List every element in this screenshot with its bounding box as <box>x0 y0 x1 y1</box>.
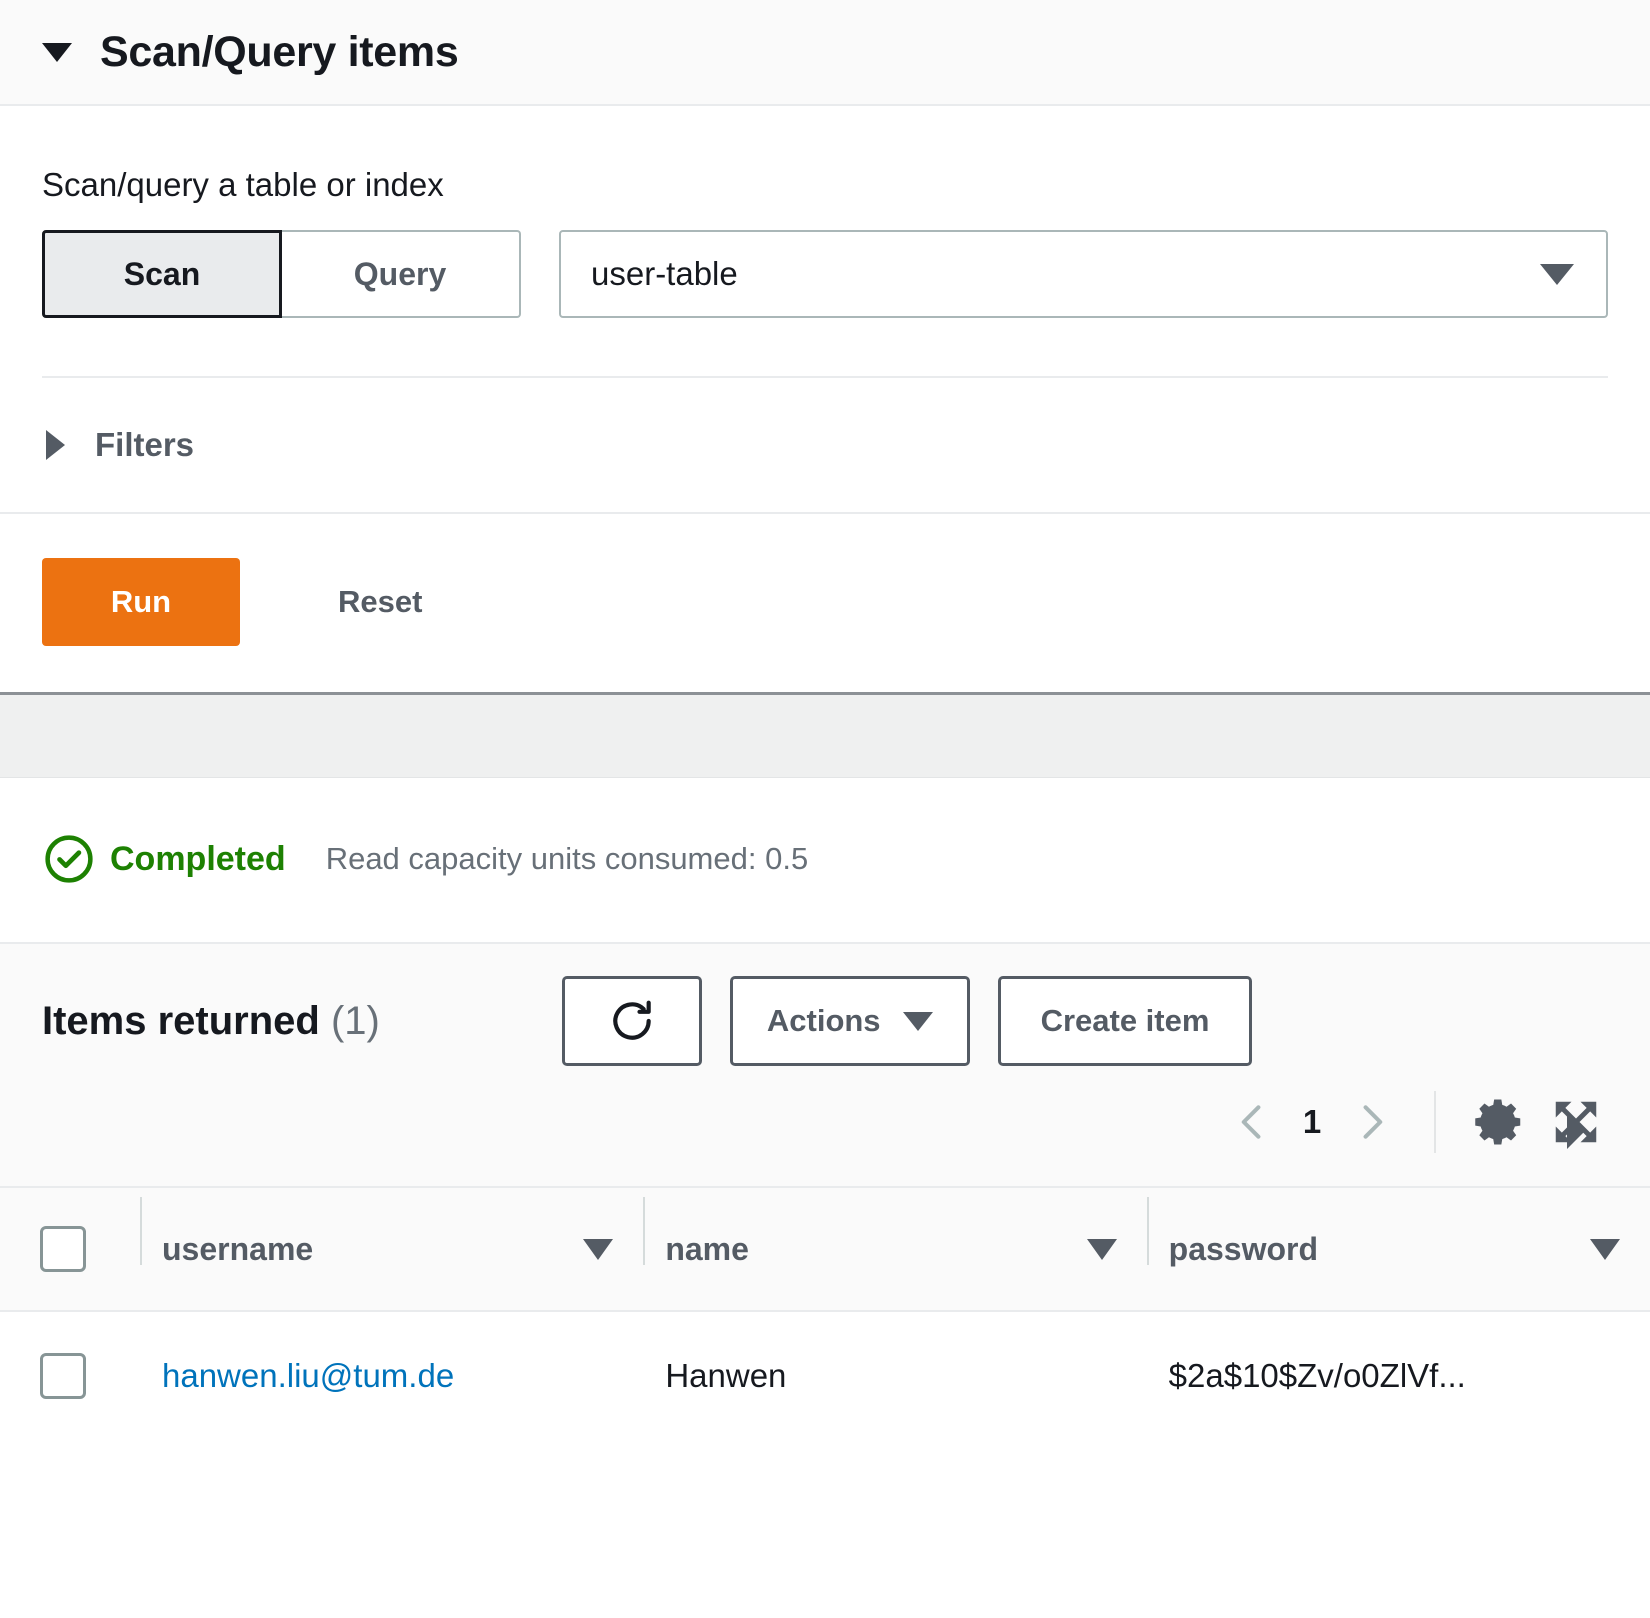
items-header-row: Items returned (1) Actions Create item <box>0 944 1650 1066</box>
table-settings-button[interactable] <box>1462 1084 1538 1160</box>
query-actions-row: Run Reset <box>0 514 1650 692</box>
refresh-button[interactable] <box>561 976 702 1066</box>
chevron-down-icon <box>902 1011 933 1031</box>
sort-descending-icon[interactable] <box>583 1238 614 1260</box>
actions-dropdown-button[interactable]: Actions <box>729 976 970 1066</box>
actions-label: Actions <box>766 1003 881 1038</box>
column-header-username[interactable]: username <box>140 1186 644 1312</box>
sort-descending-icon[interactable] <box>1086 1238 1117 1260</box>
column-header-label: username <box>162 1230 314 1267</box>
refresh-icon <box>613 1000 651 1040</box>
column-divider <box>1146 1196 1149 1265</box>
page-title: Scan/Query items <box>100 27 459 76</box>
pagination-row: 1 <box>0 1066 1650 1186</box>
items-returned-section: Items returned (1) Actions Create item 1 <box>0 944 1650 1439</box>
row-select-cell <box>0 1311 140 1439</box>
table-body: hanwen.liu@tum.de Hanwen $2a$10$Zv/o0ZlV… <box>0 1311 1650 1439</box>
table-header-row: username name password <box>0 1186 1650 1312</box>
column-divider <box>643 1196 646 1265</box>
table-header: username name password <box>0 1186 1650 1312</box>
scan-query-panel: Scan/query a table or index Scan Query u… <box>0 106 1650 318</box>
page-number[interactable]: 1 <box>1284 1103 1340 1141</box>
filters-label: Filters <box>95 426 195 463</box>
scan-query-controls: Scan Query user-table <box>42 230 1608 318</box>
select-all-header <box>0 1186 140 1312</box>
filters-toggle[interactable]: Filters <box>0 378 1650 512</box>
table-select[interactable]: user-table <box>559 230 1608 318</box>
expand-icon <box>1555 1101 1597 1149</box>
reset-button[interactable]: Reset <box>338 584 422 620</box>
column-header-password[interactable]: password <box>1146 1186 1650 1312</box>
status-detail: Read capacity units consumed: 0.5 <box>325 841 809 876</box>
column-divider <box>140 1196 142 1265</box>
next-page-button[interactable] <box>1340 1090 1404 1154</box>
chevron-right-icon <box>1363 1105 1383 1139</box>
cell-password: $2a$10$Zv/o0ZlVf... <box>1168 1356 1466 1394</box>
query-mode-button[interactable]: Query <box>281 230 521 318</box>
cell-name: Hanwen <box>665 1356 787 1394</box>
run-button[interactable]: Run <box>42 558 240 646</box>
previous-page-button[interactable] <box>1220 1090 1284 1154</box>
column-header-name[interactable]: name <box>643 1186 1147 1312</box>
items-returned-label: Items returned <box>42 998 320 1043</box>
column-header-label: password <box>1168 1230 1319 1267</box>
mode-segmented-control: Scan Query <box>42 230 521 318</box>
cell-username: hanwen.liu@tum.de <box>140 1311 643 1439</box>
items-table: username name password hanwen.liu@tum.de… <box>0 1186 1650 1439</box>
success-check-icon <box>45 835 93 883</box>
pager-divider <box>1434 1091 1436 1153</box>
create-item-button[interactable]: Create item <box>997 976 1253 1066</box>
table-row[interactable]: hanwen.liu@tum.de Hanwen $2a$10$Zv/o0ZlV… <box>0 1311 1650 1439</box>
caret-down-icon[interactable] <box>42 42 72 62</box>
chevron-down-icon <box>1540 263 1574 285</box>
section-separator-band <box>0 692 1650 778</box>
chevron-left-icon <box>1241 1105 1261 1139</box>
row-checkbox[interactable] <box>40 1352 86 1399</box>
items-header-buttons: Actions Create item <box>561 976 1253 1066</box>
table-select-value: user-table <box>591 255 738 292</box>
status-badge: Completed <box>110 839 286 878</box>
gear-icon <box>1475 1099 1521 1145</box>
section-header[interactable]: Scan/Query items <box>0 0 1650 106</box>
items-returned-count: (1) <box>330 998 380 1043</box>
column-header-label: name <box>665 1230 749 1267</box>
fullscreen-button[interactable] <box>1538 1084 1614 1160</box>
select-all-checkbox[interactable] <box>40 1226 86 1272</box>
caret-right-icon <box>46 430 65 460</box>
scan-mode-button[interactable]: Scan <box>42 230 282 318</box>
scan-query-field-label: Scan/query a table or index <box>42 166 444 203</box>
items-returned-title: Items returned (1) <box>42 999 380 1044</box>
sort-descending-icon[interactable] <box>1590 1238 1620 1260</box>
username-link[interactable]: hanwen.liu@tum.de <box>162 1357 454 1394</box>
status-row: Completed Read capacity units consumed: … <box>0 778 1650 944</box>
